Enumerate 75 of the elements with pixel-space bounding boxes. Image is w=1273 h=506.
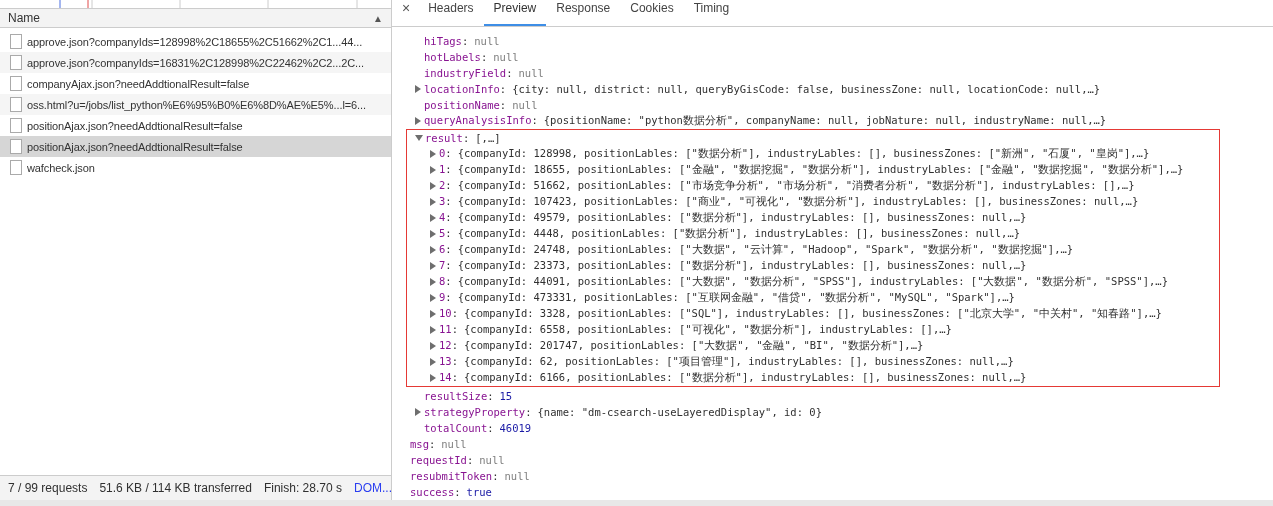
tab[interactable]: Headers xyxy=(418,1,484,26)
property-text: 6: {companyId: 24748, positionLables: ["大数据", "云计算", "Hadoop", "Spark", "数据分析", "数据挖掘"],…} xyxy=(439,243,1074,257)
request-row[interactable]: oss.html?u=/jobs/list_python%E6%95%B0%E6%8D%AE%E5%...l=6... xyxy=(0,94,391,115)
property-text: 11: {companyId: 6558, positionLables: ["可视化", "数据分析"], industryLables: [],…} xyxy=(439,323,952,337)
expand-toggle-icon[interactable] xyxy=(415,408,421,416)
property-text: 0: {companyId: 128998, positionLables: ["数据分析"], industryLables: [], businessZones: ["新洲", "石厦", "皇岗"],…} xyxy=(439,147,1150,161)
property-text: resultSize: 15 xyxy=(424,390,513,402)
expand-toggle-icon[interactable] xyxy=(430,342,436,350)
property-text: positionName: null xyxy=(424,99,538,111)
expand-toggle-icon[interactable] xyxy=(415,85,421,93)
request-row[interactable]: wafcheck.json xyxy=(0,157,391,178)
property-text: totalCount: 46019 xyxy=(424,422,532,434)
sort-indicator: ▲ xyxy=(373,12,383,24)
status-text: 51.6 KB / 114 KB transferred xyxy=(99,481,252,495)
property-text: 4: {companyId: 49579, positionLables: ["数据分析"], industryLables: [], businessZones: null,…} xyxy=(439,211,1027,225)
property-text: hotLabels: null xyxy=(424,51,519,63)
expand-toggle-icon[interactable] xyxy=(430,230,436,238)
property-text: 10: {companyId: 3328, positionLables: ["SQL"], industryLables: [], businessZones: ["北京大学", "中关村", "知春路"],…} xyxy=(439,307,1162,321)
property-text: result: [,…] xyxy=(425,132,501,144)
file-icon xyxy=(10,139,22,154)
property-text: strategyProperty: {name: "dm-csearch-useLayeredDisplay", id: 0} xyxy=(424,406,822,418)
property-text: resubmitToken: null xyxy=(410,470,530,482)
property-text: 8: {companyId: 44091, positionLables: ["大数据", "数据分析", "SPSS"], industryLables: ["大数据", "数据分析", "SPSS"],…} xyxy=(439,275,1168,289)
property-text: locationInfo: {city: null, district: null, queryByGisCode: false, businessZone: null, locationCode: null,…} xyxy=(424,83,1101,95)
property-text: industryField: null xyxy=(424,67,544,79)
expand-toggle-icon[interactable] xyxy=(430,262,436,270)
property-text: queryAnalysisInfo: {positionName: "python数据分析", companyName: null, jobNature: null, industryName: null,…} xyxy=(424,114,1107,128)
expand-toggle-icon[interactable] xyxy=(430,198,436,206)
status-text: Finish: 28.70 s xyxy=(263,481,342,495)
column-title: Name xyxy=(8,11,40,25)
property-text: success: true xyxy=(410,486,492,498)
request-row[interactable]: companyAjax.json?needAddtionalResult=false xyxy=(0,73,391,94)
status-text: 7 / 99 requests xyxy=(8,481,88,495)
property-text: 12: {companyId: 201747, positionLables: ["大数据", "金融", "BI", "数据分析"],…} xyxy=(439,339,924,353)
expand-toggle-icon[interactable] xyxy=(430,374,436,382)
tab[interactable]: Preview xyxy=(483,1,547,26)
file-icon xyxy=(10,118,22,133)
property-text: 13: {companyId: 62, positionLables: ["项目管理"], industryLables: [], businessZones: null,…} xyxy=(439,355,1014,369)
expand-toggle-icon[interactable] xyxy=(430,326,436,334)
expand-toggle-icon[interactable] xyxy=(430,166,436,174)
property-text: 2: {companyId: 51662, positionLables: ["市场竞争分析", "市场分析", "消费者分析", "数据分析"], industryLables: [],…} xyxy=(439,179,1135,193)
property-text: 3: {companyId: 107423, positionLables: ["商业", "可视化", "数据分析"], industryLables: [], businessZones: null,…} xyxy=(439,195,1139,209)
property-text: requestId: null xyxy=(410,454,505,466)
expand-toggle-icon[interactable] xyxy=(430,294,436,302)
file-icon xyxy=(10,97,22,112)
expand-toggle-icon[interactable] xyxy=(430,150,436,158)
property-text: msg: null xyxy=(410,438,467,450)
expand-toggle-icon[interactable] xyxy=(430,358,436,366)
request-row[interactable]: positionAjax.json?needAddtionalResult=false xyxy=(0,115,391,136)
expand-toggle-icon[interactable] xyxy=(430,310,436,318)
tab[interactable]: Timing xyxy=(683,1,740,26)
status-link[interactable]: DOM... xyxy=(353,481,391,495)
property-text: 14: {companyId: 6166, positionLables: ["数据分析"], industryLables: [], businessZones: null,…} xyxy=(439,371,1027,385)
close-button[interactable]: × xyxy=(400,0,419,26)
expand-toggle-icon[interactable] xyxy=(430,182,436,190)
request-row[interactable]: positionAjax.json?needAddtionalResult=false xyxy=(0,136,391,157)
property-text: 1: {companyId: 18655, positionLables: ["金融", "数据挖掘", "数据分析"], industryLables: ["金融", "数据挖掘", "数据分析"],…} xyxy=(439,163,1184,177)
file-icon xyxy=(10,34,22,49)
tab[interactable]: Response xyxy=(546,1,621,26)
tab[interactable]: Cookies xyxy=(620,1,684,26)
property-text: 7: {companyId: 23373, positionLables: ["数据分析"], industryLables: [], businessZones: null,…} xyxy=(439,259,1027,273)
property-text: 9: {companyId: 473331, positionLables: ["互联网金融", "借贷", "数据分析", "MySQL", "Spark"],…} xyxy=(439,291,1015,305)
expand-toggle-icon[interactable] xyxy=(415,135,423,141)
expand-toggle-icon[interactable] xyxy=(430,246,436,254)
column-header[interactable]: Name ▲ xyxy=(0,9,391,28)
expand-toggle-icon[interactable] xyxy=(415,117,421,125)
request-row[interactable]: approve.json?companyIds=16831%2C128998%2C22462%2C2...2C... xyxy=(0,52,391,73)
expand-toggle-icon[interactable] xyxy=(430,278,436,286)
request-row[interactable]: approve.json?companyIds=128998%2C18655%2C51662%2C1...44... xyxy=(0,31,391,52)
file-icon xyxy=(10,55,22,70)
property-text: hiTags: null xyxy=(424,35,500,47)
file-icon xyxy=(10,160,22,175)
expand-toggle-icon[interactable] xyxy=(430,214,436,222)
file-icon xyxy=(10,76,22,91)
property-text: 5: {companyId: 4448, positionLables: ["数据分析"], industryLables: [], businessZones: null,…} xyxy=(439,227,1021,241)
